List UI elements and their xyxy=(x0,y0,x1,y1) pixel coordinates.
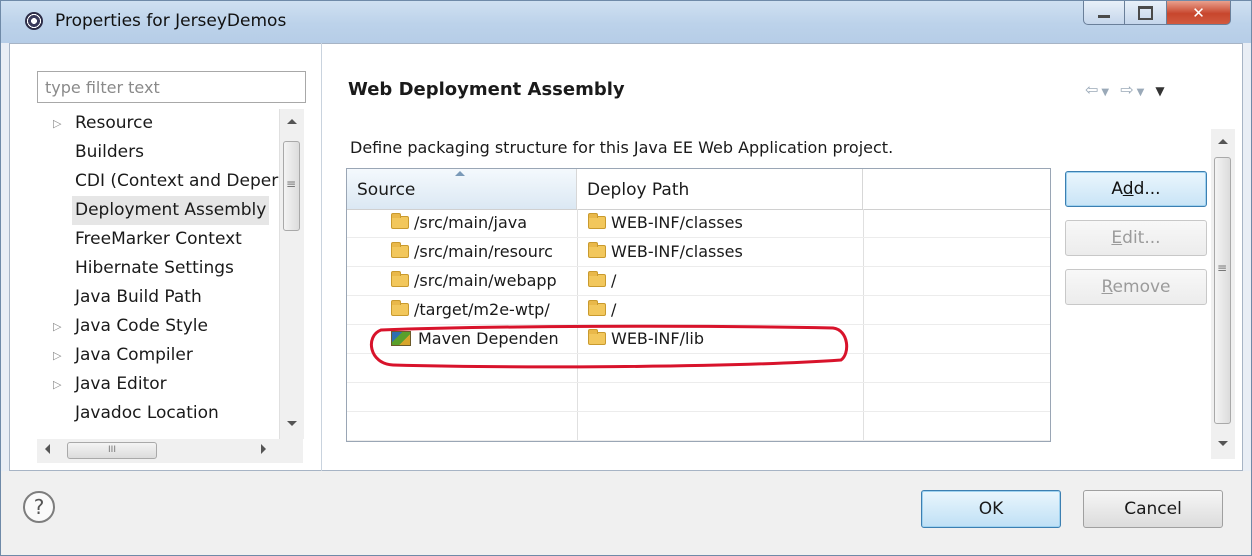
column-header-empty[interactable] xyxy=(863,169,1050,209)
source-cell: /src/main/resourc xyxy=(347,238,577,266)
maximize-button[interactable] xyxy=(1125,1,1167,25)
scroll-down-icon[interactable] xyxy=(287,421,297,426)
ok-button[interactable]: OK xyxy=(921,490,1061,528)
folder-icon xyxy=(391,271,409,287)
source-cell: /src/main/webapp xyxy=(347,267,577,295)
table-row[interactable]: /src/main/java WEB-INF/classes xyxy=(347,209,1050,238)
pane-divider[interactable] xyxy=(321,43,322,471)
folder-icon xyxy=(588,271,606,287)
folder-icon xyxy=(588,300,606,316)
tree-horizontal-scrollbar[interactable]: III xyxy=(37,439,303,463)
column-header-deploy-path[interactable]: Deploy Path xyxy=(577,169,863,209)
deploy-path-cell: WEB-INF/classes xyxy=(577,238,863,266)
page-title: Web Deployment Assembly xyxy=(348,79,625,100)
back-arrow-icon[interactable]: ⇦ xyxy=(1085,80,1101,99)
add-button[interactable]: Add... xyxy=(1065,171,1207,207)
table-row[interactable]: /src/main/resourc WEB-INF/classes xyxy=(347,238,1050,267)
window-title: Properties for JerseyDemos xyxy=(55,11,287,31)
deploy-path-cell xyxy=(577,412,863,440)
close-icon: ✕ xyxy=(1192,3,1205,22)
table-row[interactable] xyxy=(347,383,1050,412)
sort-ascending-icon xyxy=(455,171,465,176)
source-cell xyxy=(347,412,577,440)
column-header-source[interactable]: Source xyxy=(347,169,577,209)
deploy-path-cell xyxy=(577,383,863,411)
page-navigation: ⇦▼ ⇨▼ ▼ xyxy=(1085,80,1168,99)
remove-button[interactable]: Remove xyxy=(1065,269,1207,305)
page-vertical-scrollbar[interactable]: ≡ xyxy=(1211,129,1235,459)
page-description: Define packaging structure for this Java… xyxy=(350,138,894,157)
empty-cell xyxy=(863,209,1050,237)
empty-cell xyxy=(863,325,1050,353)
table-row[interactable] xyxy=(347,412,1050,441)
dialog-footer xyxy=(1,471,1251,555)
highlight-annotation xyxy=(370,324,849,369)
scroll-thumb[interactable] xyxy=(1214,157,1231,424)
edit-button[interactable]: Edit... xyxy=(1065,220,1207,256)
folder-icon xyxy=(391,300,409,316)
scroll-up-icon[interactable] xyxy=(1218,139,1228,144)
source-cell xyxy=(347,383,577,411)
filter-input[interactable] xyxy=(38,72,305,102)
table-row[interactable]: /src/main/webapp / xyxy=(347,267,1050,296)
view-menu-icon[interactable]: ▼ xyxy=(1155,84,1167,98)
properties-dialog: Properties for JerseyDemos ✕ ▷ Resource … xyxy=(0,0,1252,556)
empty-cell xyxy=(863,238,1050,266)
scroll-left-icon[interactable] xyxy=(45,444,50,454)
horizontal-scroll-thumb[interactable]: III xyxy=(67,442,157,459)
scroll-down-icon[interactable] xyxy=(1218,441,1228,446)
eclipse-icon xyxy=(25,12,43,30)
back-dropdown-icon[interactable]: ▼ xyxy=(1101,87,1112,98)
deploy-path-cell: / xyxy=(577,267,863,295)
table-header: Source Deploy Path xyxy=(347,169,1050,210)
scroll-up-icon[interactable] xyxy=(287,119,297,124)
empty-cell xyxy=(863,354,1050,382)
empty-cell xyxy=(863,412,1050,440)
minimize-button[interactable] xyxy=(1083,1,1125,25)
property-tree: ▷ Resource Builders CDI (Context and Dep… xyxy=(37,109,306,464)
expand-arrow-icon[interactable]: ▷ xyxy=(53,370,63,399)
table-row[interactable]: /target/m2e-wtp/ / xyxy=(347,296,1050,325)
expand-arrow-icon[interactable]: ▷ xyxy=(53,312,63,341)
expand-arrow-icon[interactable]: ▷ xyxy=(53,109,63,138)
deploy-path-cell: WEB-INF/classes xyxy=(577,209,863,237)
empty-cell xyxy=(863,267,1050,295)
source-cell: /src/main/java xyxy=(347,209,577,237)
empty-cell xyxy=(863,296,1050,324)
help-icon[interactable]: ? xyxy=(23,491,55,523)
empty-cell xyxy=(863,383,1050,411)
scroll-grip-icon: ≡ xyxy=(1217,261,1228,275)
tree-vertical-scrollbar[interactable]: ≡ xyxy=(279,109,304,439)
highlight-ellipse xyxy=(370,324,849,369)
minimize-icon xyxy=(1098,15,1110,18)
forward-arrow-icon[interactable]: ⇨ xyxy=(1120,80,1136,99)
folder-icon xyxy=(588,213,606,229)
close-button[interactable]: ✕ xyxy=(1167,1,1231,25)
assembly-table: Source Deploy Path /src/main/java WEB-IN… xyxy=(346,168,1051,442)
cancel-button[interactable]: Cancel xyxy=(1083,490,1223,528)
source-cell: /target/m2e-wtp/ xyxy=(347,296,577,324)
maximize-icon xyxy=(1138,5,1153,20)
folder-icon xyxy=(391,213,409,229)
forward-dropdown-icon[interactable]: ▼ xyxy=(1137,87,1148,98)
deploy-path-cell: / xyxy=(577,296,863,324)
title-bar[interactable]: Properties for JerseyDemos ✕ xyxy=(1,1,1251,43)
expand-arrow-icon[interactable]: ▷ xyxy=(53,341,63,370)
folder-icon xyxy=(391,242,409,258)
filter-field[interactable] xyxy=(37,71,306,103)
scroll-right-icon[interactable] xyxy=(261,444,266,454)
folder-icon xyxy=(588,242,606,258)
scroll-grip-icon: ≡ xyxy=(286,177,297,191)
